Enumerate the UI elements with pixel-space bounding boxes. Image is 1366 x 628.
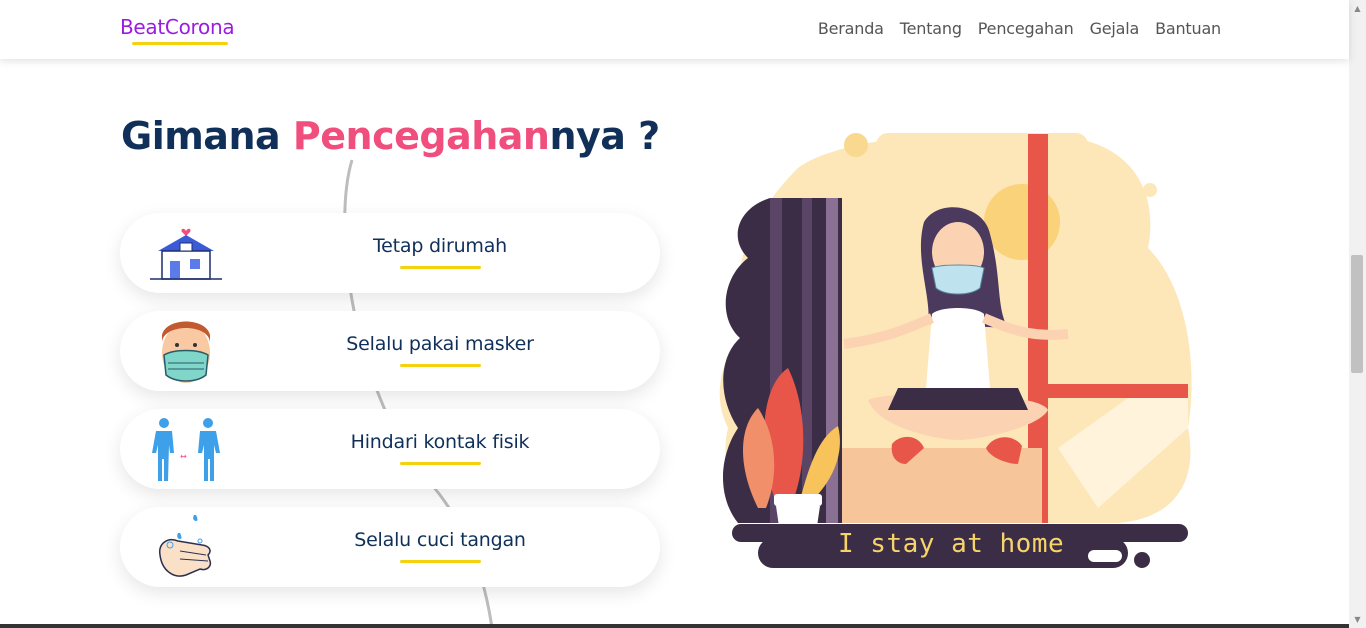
brand-underline bbox=[132, 42, 228, 45]
scroll-thumb[interactable] bbox=[1351, 255, 1363, 373]
house-icon bbox=[150, 228, 222, 280]
prevention-card-handwash: Selalu cuci tangan bbox=[120, 507, 660, 587]
card-label: Selalu pakai masker bbox=[346, 333, 534, 355]
social-distance-icon: ↔ bbox=[152, 418, 220, 481]
nav-link-pencegahan[interactable]: Pencegahan bbox=[978, 19, 1074, 38]
brand-logo[interactable]: BeatCorona bbox=[120, 15, 235, 39]
stay-at-home-illustration bbox=[719, 133, 1192, 568]
nav-menu: Beranda Tentang Pencegahan Gejala Bantua… bbox=[818, 19, 1221, 38]
section-heading: Gimana Pencegahannya ? bbox=[121, 114, 660, 158]
svg-text:↔: ↔ bbox=[180, 452, 187, 461]
card-label: Hindari kontak fisik bbox=[350, 431, 530, 453]
card-underline bbox=[400, 364, 481, 367]
card-label: Selalu cuci tangan bbox=[354, 529, 526, 551]
hand-wash-icon bbox=[159, 515, 212, 577]
next-section-edge bbox=[0, 624, 1349, 628]
nav-link-gejala[interactable]: Gejala bbox=[1090, 19, 1140, 38]
heading-part1: Gimana bbox=[121, 114, 293, 158]
scroll-down-arrow-icon[interactable]: ▼ bbox=[1349, 611, 1366, 628]
masked-face-icon bbox=[162, 321, 210, 383]
prevention-card-distance: ↔ Hindari kontak fisik bbox=[120, 409, 660, 489]
nav-link-bantuan[interactable]: Bantuan bbox=[1155, 19, 1221, 38]
nav-link-tentang[interactable]: Tentang bbox=[900, 19, 962, 38]
nav-link-beranda[interactable]: Beranda bbox=[818, 19, 884, 38]
heading-highlight: Pencegahan bbox=[292, 114, 550, 158]
heading-part2: nya ? bbox=[549, 114, 660, 158]
card-underline bbox=[400, 462, 481, 465]
card-underline bbox=[400, 560, 481, 563]
page-scrollbar[interactable]: ▲ ▼ bbox=[1349, 0, 1366, 628]
illustration-caption: I stay at home bbox=[838, 529, 1065, 559]
scroll-up-arrow-icon[interactable]: ▲ bbox=[1349, 0, 1366, 17]
navbar: BeatCorona Beranda Tentang Pencegahan Ge… bbox=[0, 0, 1349, 59]
prevention-card-stay-home: Tetap dirumah bbox=[120, 213, 660, 293]
card-label: Tetap dirumah bbox=[372, 235, 508, 257]
card-underline bbox=[400, 266, 481, 269]
prevention-card-mask: Selalu pakai masker bbox=[120, 311, 660, 391]
